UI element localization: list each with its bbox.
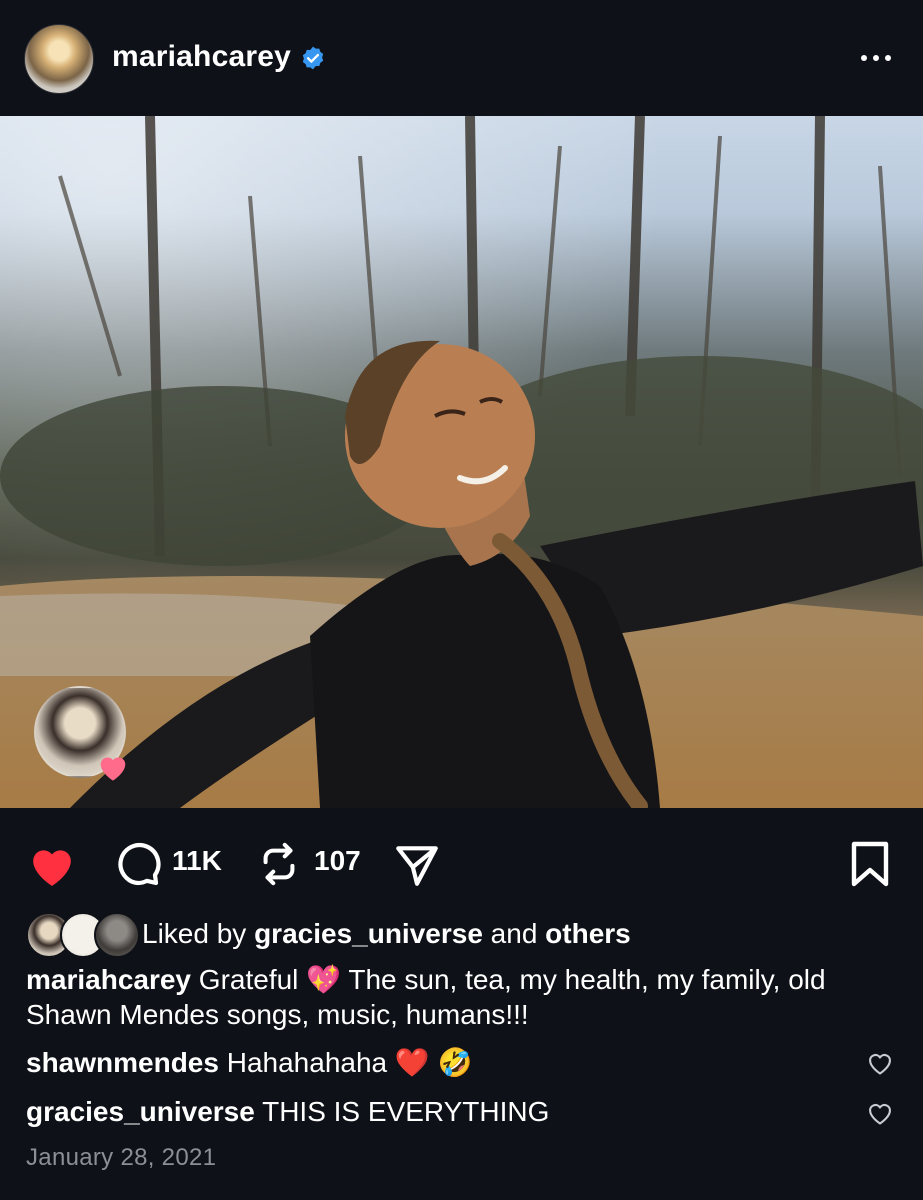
more-options-icon[interactable] <box>852 40 900 74</box>
comment-item: shawnmendes Hahahahaha ❤️ 🤣 <box>26 1046 472 1079</box>
heart-sticker-icon <box>100 757 126 781</box>
author-username[interactable]: mariahcarey <box>112 40 291 74</box>
liked-by-prefix: Liked by <box>142 918 247 949</box>
comment-text: THIS IS EVERYTHING <box>262 1096 550 1127</box>
bookmark-icon[interactable] <box>848 840 892 888</box>
post-date: January 28, 2021 <box>26 1144 217 1171</box>
liked-by-text[interactable]: Liked by gracies_universe and others <box>142 918 631 950</box>
heart-outline-icon[interactable] <box>866 1100 894 1126</box>
post-image[interactable] <box>0 116 923 808</box>
liker-avatar[interactable] <box>94 912 140 958</box>
comment-text: Hahahahaha ❤️ 🤣 <box>226 1047 473 1078</box>
comment-author[interactable]: shawnmendes <box>26 1047 219 1078</box>
comment-author[interactable]: gracies_universe <box>26 1096 255 1127</box>
liked-by-username[interactable]: gracies_universe <box>254 918 483 949</box>
repost-icon[interactable] <box>256 840 302 888</box>
liked-by-others[interactable]: others <box>545 918 631 949</box>
post-actions-bar <box>0 808 923 908</box>
reposts-count[interactable]: 107 <box>314 845 361 877</box>
heart-outline-icon[interactable] <box>866 1050 894 1076</box>
liked-by-conjunction: and <box>490 918 538 949</box>
sparkling-heart-icon: 💖 <box>306 964 342 995</box>
post-caption: mariahcarey Grateful 💖 The sun, tea, my … <box>26 962 886 1032</box>
comment-item: gracies_universe THIS IS EVERYTHING <box>26 1096 549 1128</box>
post-image-illustration <box>0 116 923 808</box>
post-header: mariahcarey <box>0 0 923 116</box>
verified-badge-icon <box>302 46 324 70</box>
comment-bubble-icon[interactable] <box>114 840 162 888</box>
heart-filled-icon[interactable] <box>26 842 78 888</box>
comments-count[interactable]: 11K <box>172 845 222 877</box>
author-avatar[interactable] <box>24 24 94 94</box>
paper-plane-icon[interactable] <box>392 840 442 890</box>
caption-author[interactable]: mariahcarey <box>26 964 191 995</box>
caption-text-start: Grateful <box>198 964 299 995</box>
